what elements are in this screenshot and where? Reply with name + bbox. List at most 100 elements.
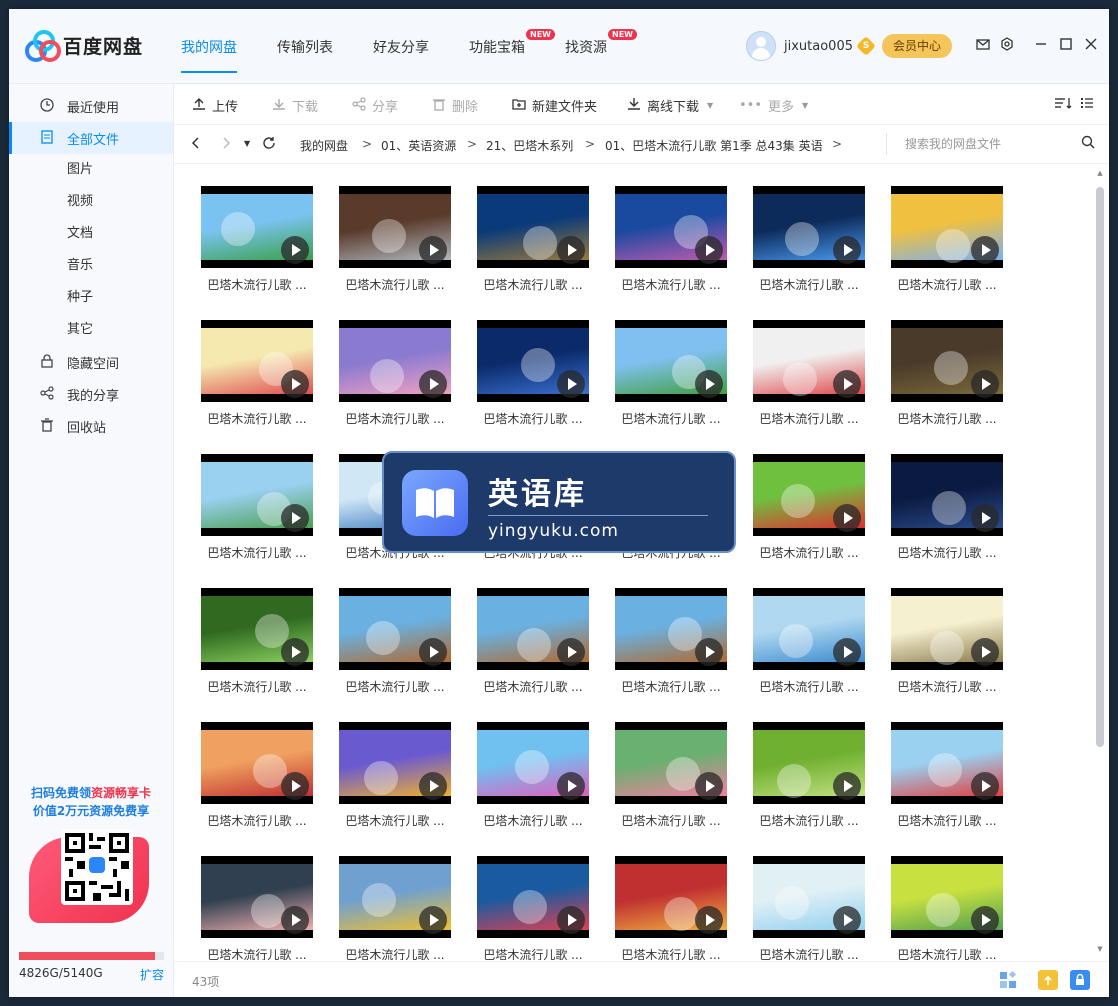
file-tile[interactable]: 巴塔木流行儿歌 ... (615, 186, 727, 298)
video-thumbnail[interactable] (891, 320, 1003, 402)
breadcrumb-item[interactable]: 我的网盘 (300, 137, 348, 154)
video-thumbnail[interactable] (753, 454, 865, 536)
delete-button[interactable]: 删除 (432, 96, 478, 115)
play-icon[interactable] (971, 906, 999, 934)
play-icon[interactable] (833, 906, 861, 934)
video-thumbnail[interactable] (201, 856, 313, 938)
video-thumbnail[interactable] (477, 722, 589, 804)
play-icon[interactable] (557, 370, 585, 398)
nav-toolbox[interactable]: 功能宝箱 NEW (469, 29, 555, 63)
play-icon[interactable] (281, 236, 309, 264)
play-icon[interactable] (281, 772, 309, 800)
sidebar-sub-videos[interactable]: 视频 (67, 186, 93, 218)
sidebar-item-recent[interactable]: 最近使用 (9, 90, 173, 122)
file-tile[interactable]: 巴塔木流行儿歌 ... (615, 320, 727, 432)
file-tile[interactable]: 巴塔木流行儿歌 ... (477, 856, 589, 960)
video-thumbnail[interactable] (615, 722, 727, 804)
video-thumbnail[interactable] (615, 588, 727, 670)
play-icon[interactable] (971, 772, 999, 800)
file-tile[interactable]: 巴塔木流行儿歌 ... (891, 454, 1003, 566)
file-tile[interactable]: 巴塔木流行儿歌 ... (339, 722, 451, 834)
file-tile[interactable]: 巴塔木流行儿歌 ... (753, 722, 865, 834)
file-tile[interactable]: 巴塔木流行儿歌 ... (615, 856, 727, 960)
play-icon[interactable] (419, 370, 447, 398)
video-thumbnail[interactable] (615, 320, 727, 402)
play-icon[interactable] (281, 504, 309, 532)
video-thumbnail[interactable] (477, 856, 589, 938)
sidebar-sub-images[interactable]: 图片 (67, 154, 93, 186)
play-icon[interactable] (833, 370, 861, 398)
nav-find-resources[interactable]: 找资源 NEW (565, 29, 637, 63)
file-tile[interactable]: 巴塔木流行儿歌 ... (477, 722, 589, 834)
search-icon[interactable] (1081, 135, 1097, 151)
file-tile[interactable]: 巴塔木流行儿歌 ... (891, 722, 1003, 834)
play-icon[interactable] (557, 906, 585, 934)
promo-banner[interactable]: 扫码免费领资源畅享卡 价值2万元资源免费享 (9, 784, 173, 820)
list-view-button[interactable] (1080, 96, 1094, 114)
play-icon[interactable] (557, 638, 585, 666)
file-tile[interactable]: 巴塔木流行儿歌 ... (891, 320, 1003, 432)
breadcrumb-item[interactable]: 01、巴塔木流行儿歌 第1季 总43集 英语 (605, 137, 823, 154)
play-icon[interactable] (557, 236, 585, 264)
sort-button[interactable] (1054, 96, 1072, 114)
lock-icon[interactable] (1070, 970, 1090, 990)
mail-icon[interactable] (975, 37, 991, 53)
file-tile[interactable]: 巴塔木流行儿歌 ... (201, 186, 313, 298)
video-thumbnail[interactable] (753, 186, 865, 268)
play-icon[interactable] (833, 236, 861, 264)
minimize-icon[interactable] (1033, 37, 1049, 53)
video-thumbnail[interactable] (201, 320, 313, 402)
nav-my-disk[interactable]: 我的网盘 (181, 31, 237, 73)
video-thumbnail[interactable] (753, 722, 865, 804)
sidebar-sub-docs[interactable]: 文档 (67, 218, 93, 250)
new-folder-button[interactable]: 新建文件夹 (512, 96, 597, 115)
file-tile[interactable]: 巴塔木流行儿歌 ... (201, 856, 313, 960)
offline-download-button[interactable]: 离线下载 ▼ (627, 96, 713, 115)
video-thumbnail[interactable] (891, 722, 1003, 804)
file-tile[interactable]: 巴塔木流行儿歌 ... (891, 588, 1003, 700)
play-icon[interactable] (971, 638, 999, 666)
file-tile[interactable]: 巴塔木流行儿歌 ... (753, 186, 865, 298)
file-tile[interactable]: 巴塔木流行儿歌 ... (753, 856, 865, 960)
sidebar-sub-torrents[interactable]: 种子 (67, 282, 93, 314)
file-tile[interactable]: 巴塔木流行儿歌 ... (477, 320, 589, 432)
play-icon[interactable] (971, 370, 999, 398)
video-thumbnail[interactable] (891, 588, 1003, 670)
video-thumbnail[interactable] (201, 588, 313, 670)
file-tile[interactable]: 巴塔木流行儿歌 ... (891, 856, 1003, 960)
scroll-down-icon[interactable]: ▼ (1096, 945, 1104, 955)
video-thumbnail[interactable] (753, 320, 865, 402)
video-thumbnail[interactable] (753, 856, 865, 938)
play-icon[interactable] (695, 772, 723, 800)
refresh-icon[interactable] (262, 136, 276, 154)
forward-icon[interactable] (220, 136, 232, 154)
breadcrumb-item[interactable]: 21、巴塔木系列 (486, 137, 573, 154)
video-thumbnail[interactable] (477, 588, 589, 670)
nav-transfer-list[interactable]: 传输列表 (277, 31, 333, 63)
history-dropdown-icon[interactable]: ▼ (244, 139, 250, 148)
play-icon[interactable] (557, 772, 585, 800)
file-tile[interactable]: 巴塔木流行儿歌 ... (615, 722, 727, 834)
file-tile[interactable]: 巴塔木流行儿歌 ... (201, 722, 313, 834)
file-tile[interactable]: 巴塔木流行儿歌 ... (891, 186, 1003, 298)
video-thumbnail[interactable] (891, 186, 1003, 268)
settings-icon[interactable] (999, 37, 1015, 53)
file-tile[interactable]: 巴塔木流行儿歌 ... (477, 588, 589, 700)
file-tile[interactable]: 巴塔木流行儿歌 ... (201, 454, 313, 566)
user-profile[interactable]: jixutao005 S (746, 31, 876, 61)
video-thumbnail[interactable] (339, 722, 451, 804)
video-thumbnail[interactable] (477, 186, 589, 268)
logo[interactable]: 百度网盘 (25, 29, 143, 62)
file-tile[interactable]: 巴塔木流行儿歌 ... (201, 320, 313, 432)
play-icon[interactable] (833, 504, 861, 532)
play-icon[interactable] (419, 772, 447, 800)
chevron-down-icon[interactable]: ▼ (707, 101, 713, 110)
sidebar-item-recycle-bin[interactable]: 回收站 (9, 410, 173, 442)
upload-folder-icon[interactable] (1038, 970, 1058, 990)
play-icon[interactable] (419, 638, 447, 666)
more-button[interactable]: ••• 更多 ▼ (739, 96, 808, 115)
scroll-up-icon[interactable]: ▲ (1096, 169, 1104, 179)
video-thumbnail[interactable] (753, 588, 865, 670)
scroll-thumb[interactable] (1096, 187, 1104, 747)
file-tile[interactable]: 巴塔木流行儿歌 ... (339, 320, 451, 432)
